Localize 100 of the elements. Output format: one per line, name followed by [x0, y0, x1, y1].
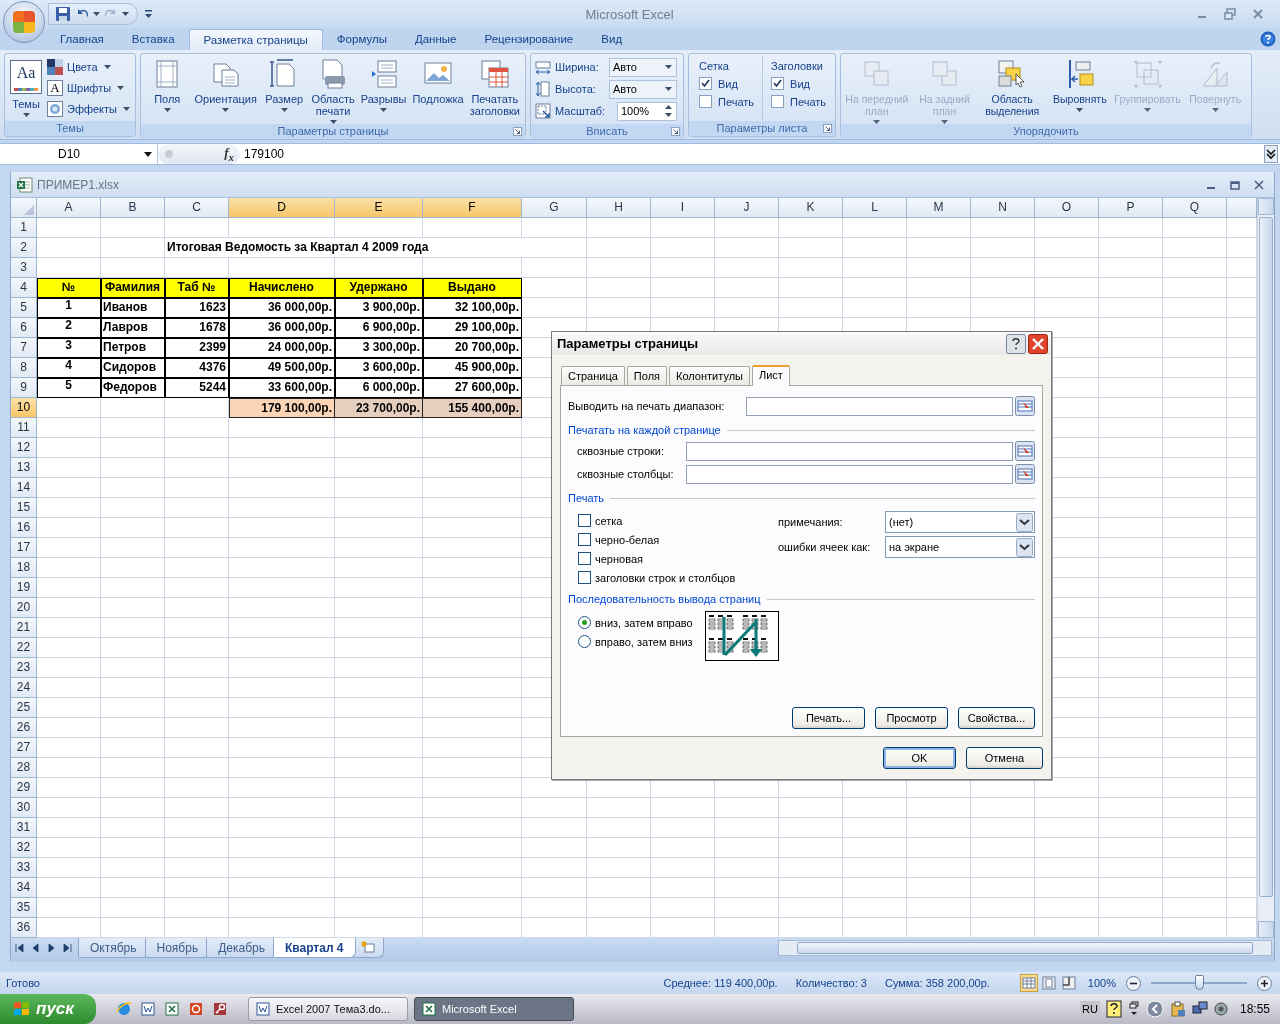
row-header[interactable]: 14 — [11, 478, 37, 498]
grid-cell[interactable] — [715, 278, 779, 298]
grid-cell[interactable] — [971, 278, 1035, 298]
spinner-arrows-icon[interactable] — [665, 104, 672, 118]
expand-icon[interactable] — [1264, 145, 1278, 163]
grid-cell[interactable] — [229, 518, 335, 538]
row-header[interactable]: 35 — [11, 898, 37, 918]
grid-cell[interactable] — [1035, 858, 1099, 878]
grid-cell[interactable] — [37, 678, 101, 698]
row-header[interactable]: 36 — [11, 918, 37, 938]
grid-cell[interactable] — [229, 878, 335, 898]
grid-cell[interactable] — [1099, 778, 1163, 798]
grid-cell[interactable] — [335, 538, 423, 558]
grid-cell[interactable] — [1163, 778, 1227, 798]
ribbon-button[interactable]: Печатать заголовки — [466, 56, 523, 124]
grid-cell[interactable] — [423, 838, 522, 858]
grid-cell[interactable] — [335, 518, 423, 538]
grid-cell[interactable] — [1099, 738, 1163, 758]
grid-cell[interactable] — [335, 438, 423, 458]
grid-cell[interactable] — [843, 238, 907, 258]
grid-cell[interactable] — [715, 898, 779, 918]
row-header[interactable]: 19 — [11, 578, 37, 598]
row-header[interactable]: 27 — [11, 738, 37, 758]
grid-cell[interactable] — [971, 798, 1035, 818]
checkbox[interactable] — [578, 571, 591, 584]
grid-cell[interactable] — [779, 858, 843, 878]
grid-cell[interactable] — [1099, 258, 1163, 278]
grid-cell[interactable] — [587, 818, 651, 838]
grid-cell[interactable] — [1099, 618, 1163, 638]
formula-field[interactable]: 179100 — [240, 147, 1264, 161]
first-sheet-icon[interactable] — [15, 943, 24, 953]
row-header[interactable]: 26 — [11, 718, 37, 738]
grid-cell[interactable] — [101, 218, 165, 238]
grid-cell[interactable] — [229, 658, 335, 678]
column-header[interactable]: N — [971, 198, 1035, 218]
grid-cell[interactable] — [229, 498, 335, 518]
grid-cell[interactable] — [423, 718, 522, 738]
grid-cell[interactable] — [779, 278, 843, 298]
grid-cell[interactable] — [651, 278, 715, 298]
row-header[interactable]: 23 — [11, 658, 37, 678]
grid-cell[interactable] — [907, 838, 971, 858]
grid-cell[interactable] — [843, 798, 907, 818]
grid-cell[interactable] — [1163, 318, 1227, 338]
grid-cell[interactable] — [1163, 558, 1227, 578]
grid-cell[interactable] — [1099, 698, 1163, 718]
column-header[interactable]: C — [165, 198, 229, 218]
grid-cell[interactable] — [1099, 718, 1163, 738]
grid-cell[interactable] — [37, 878, 101, 898]
grid-cell[interactable] — [101, 638, 165, 658]
dropdown[interactable]: на экране — [885, 536, 1035, 558]
ribbon-tab[interactable]: Рецензирование — [470, 29, 588, 50]
ribbon-button[interactable]: A Шрифты — [47, 77, 130, 98]
grid-cell[interactable] — [587, 878, 651, 898]
grid-cell[interactable] — [165, 898, 229, 918]
grid-cell[interactable] — [779, 878, 843, 898]
grid-cell[interactable] — [335, 218, 423, 238]
grid-cell[interactable] — [165, 698, 229, 718]
row-header[interactable]: 30 — [11, 798, 37, 818]
row-header[interactable]: 6 — [11, 318, 37, 338]
grid-cell[interactable] — [37, 478, 101, 498]
previous-sheet-icon[interactable] — [31, 943, 40, 953]
grid-cell[interactable] — [37, 858, 101, 878]
grid-cell[interactable] — [101, 518, 165, 538]
grid-cell[interactable] — [1099, 218, 1163, 238]
grid-cell[interactable] — [587, 898, 651, 918]
row-header[interactable]: 3 — [11, 258, 37, 278]
grid-cell[interactable] — [101, 618, 165, 638]
grid-cell[interactable] — [335, 498, 423, 518]
ribbon-tab[interactable]: Вид — [587, 29, 637, 50]
grid-cell[interactable] — [779, 898, 843, 918]
grid-cell[interactable] — [37, 698, 101, 718]
grid-cell[interactable] — [37, 238, 101, 258]
view-button[interactable] — [1039, 974, 1058, 992]
grid-cell[interactable] — [101, 578, 165, 598]
grid-cell[interactable] — [907, 798, 971, 818]
grid-cell[interactable] — [229, 858, 335, 878]
grid-cell[interactable] — [1035, 218, 1099, 238]
dialog-tab[interactable]: Колонтитулы — [669, 366, 750, 385]
grid-cell[interactable] — [1163, 298, 1227, 318]
grid-cell[interactable] — [165, 858, 229, 878]
dropdown[interactable]: Авто — [609, 57, 677, 77]
dialog-launcher-icon[interactable] — [823, 124, 832, 133]
grid-cell[interactable] — [423, 878, 522, 898]
grid-cell[interactable] — [1035, 298, 1099, 318]
grid-cell[interactable] — [522, 878, 587, 898]
grid-cell[interactable] — [587, 238, 651, 258]
chevron-left-icon[interactable] — [1145, 1000, 1164, 1018]
save-icon[interactable] — [55, 6, 71, 22]
grid-cell[interactable] — [165, 618, 229, 638]
grid-cell[interactable] — [37, 738, 101, 758]
row-header[interactable]: 24 — [11, 678, 37, 698]
grid-cell[interactable] — [1099, 638, 1163, 658]
column-header[interactable]: I — [651, 198, 715, 218]
grid-cell[interactable] — [587, 858, 651, 878]
dialog-button[interactable]: Отмена — [966, 747, 1043, 769]
grid-cell[interactable] — [779, 798, 843, 818]
grid-cell[interactable] — [1099, 378, 1163, 398]
ribbon-button[interactable]: Ориентация — [191, 56, 260, 124]
document-icon[interactable] — [140, 1001, 156, 1017]
grid-cell[interactable] — [1163, 238, 1227, 258]
